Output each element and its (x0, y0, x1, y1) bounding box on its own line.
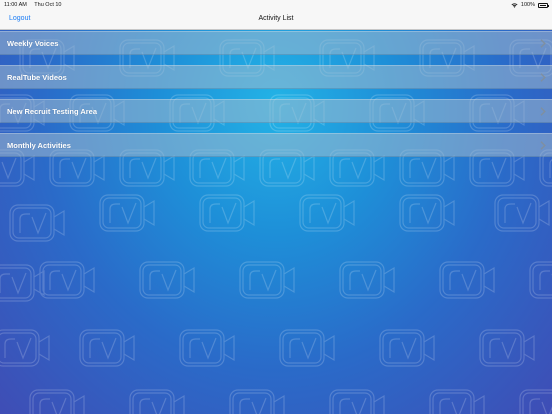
chevron-right-icon (540, 73, 546, 82)
status-time: 11:00 AM (4, 2, 27, 8)
status-bar: 11:00 AM Thu Oct 10 100% (0, 0, 552, 10)
status-date: Thu Oct 10 (34, 2, 62, 8)
app-screen: 11:00 AM Thu Oct 10 100% Logout Activity… (0, 0, 552, 414)
rv-logo-pattern (0, 39, 552, 414)
activity-label: New Recruit Testing Area (7, 107, 98, 116)
chevron-right-icon (540, 39, 546, 48)
wifi-icon (511, 2, 518, 8)
battery-icon (538, 2, 549, 8)
activity-row-monthly-activities[interactable]: Monthly Activities (0, 133, 552, 157)
activity-label: Weekly Voices (7, 39, 59, 48)
activity-label: Monthly Activities (7, 141, 71, 150)
activity-label: RealTube Videos (7, 73, 67, 82)
chevron-right-icon (540, 107, 546, 116)
chevron-right-icon (540, 141, 546, 150)
activity-row-realtube-videos[interactable]: RealTube Videos (0, 65, 552, 89)
battery-percent: 100% (520, 2, 535, 8)
navigation-bar: Logout Activity List (0, 10, 552, 30)
status-right: 100% (511, 2, 549, 8)
activity-row-new-recruit-testing-area[interactable]: New Recruit Testing Area (0, 99, 552, 123)
page-title: Activity List (258, 15, 294, 22)
activity-row-weekly-voices[interactable]: Weekly Voices (0, 31, 552, 55)
status-left: 11:00 AM Thu Oct 10 (4, 2, 68, 8)
